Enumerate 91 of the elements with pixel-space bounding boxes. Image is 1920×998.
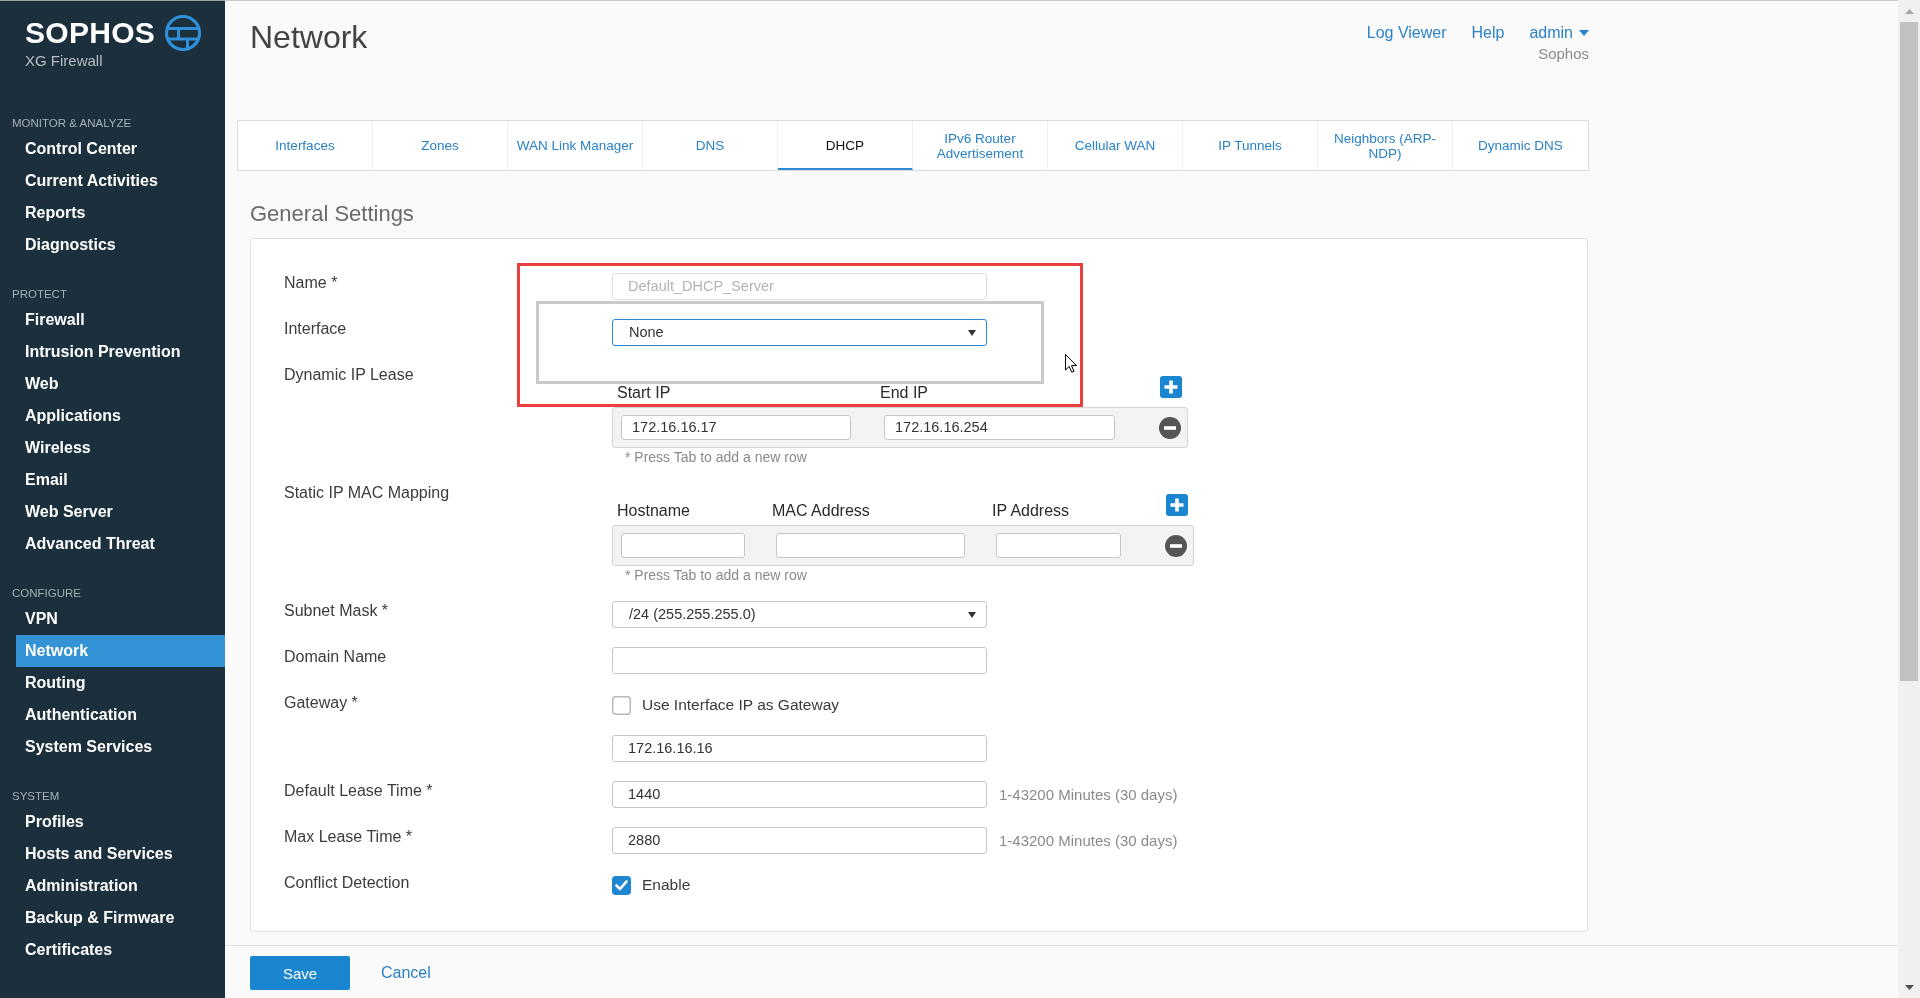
field-label: Default Lease Time *	[284, 782, 433, 799]
tab[interactable]: IPv6 Router Advertisement	[913, 121, 1048, 170]
input-field[interactable]	[621, 533, 745, 558]
tab[interactable]: DNS	[643, 121, 778, 170]
down-arrow-icon[interactable]	[1904, 984, 1914, 990]
tab[interactable]: IP Tunnels	[1183, 121, 1318, 170]
sidebar-heading: PROTECT	[12, 288, 67, 300]
caret-icon	[968, 611, 976, 618]
field-label: Max Lease Time *	[284, 828, 413, 845]
input-field[interactable]: 172.16.16.254	[884, 415, 1115, 440]
input-field[interactable]	[612, 647, 987, 674]
dropdown[interactable]: None	[612, 319, 987, 346]
minus-icon[interactable]	[1165, 534, 1187, 557]
product-name: XG Firewall	[25, 52, 103, 69]
input-field[interactable]: 172.16.16.17	[621, 415, 851, 440]
organization-name: Sophos	[1538, 45, 1589, 62]
caret-icon	[968, 329, 976, 336]
column-header: Start IP	[617, 384, 671, 401]
section-title: General Settings	[250, 201, 414, 226]
sidebar-item[interactable]: Web	[0, 368, 225, 400]
field-label: Name *	[284, 274, 338, 291]
sidebar-heading: CONFIGURE	[12, 587, 81, 599]
header-link[interactable]: Log Viewer	[1366, 23, 1447, 43]
field-label: Conflict Detection	[284, 874, 410, 891]
sidebar-item[interactable]: Diagnostics	[0, 229, 225, 261]
input-field[interactable]: 172.16.16.16	[612, 735, 987, 762]
column-header: IP Address	[992, 502, 1070, 519]
sidebar-item[interactable]: Current Activities	[0, 165, 225, 197]
field-label: Dynamic IP Lease	[284, 366, 414, 383]
column-header: MAC Address	[772, 502, 870, 519]
sidebar-item[interactable]: Intrusion Prevention	[0, 336, 225, 368]
sidebar-item[interactable]: Web Server	[0, 496, 225, 528]
sidebar-item[interactable]: Advanced Threat	[0, 528, 225, 560]
page-title: Network	[250, 19, 368, 55]
input-field[interactable]	[776, 533, 965, 558]
field-label: Subnet Mask *	[284, 602, 389, 619]
sidebar-item[interactable]: Certificates	[0, 934, 225, 966]
field-label: Domain Name	[284, 648, 387, 665]
tab[interactable]: Interfaces	[238, 121, 373, 170]
cancel-link[interactable]: Cancel	[381, 964, 431, 982]
tab[interactable]: WAN Link Manager	[508, 121, 643, 170]
sidebar-item[interactable]: Firewall	[0, 304, 225, 336]
sidebar-item[interactable]: Email	[0, 464, 225, 496]
user-menu[interactable]: admin	[1529, 23, 1589, 43]
sidebar-item[interactable]: Control Center	[0, 133, 225, 165]
plus-icon[interactable]	[1160, 376, 1182, 398]
sidebar-item[interactable]: System Services	[0, 731, 225, 763]
tab[interactable]: Dynamic DNS	[1453, 121, 1588, 170]
cursor-icon	[1065, 354, 1077, 373]
checkbox[interactable]	[612, 875, 631, 895]
sidebar-item[interactable]: Backup & Firmware	[0, 902, 225, 934]
tab[interactable]: Zones	[373, 121, 508, 170]
up-arrow-icon[interactable]	[1904, 8, 1914, 14]
hint-text: 1-43200 Minutes (30 days)	[999, 831, 1178, 850]
input-field[interactable]	[996, 533, 1121, 558]
field-label: Interface	[284, 320, 347, 337]
sidebar-heading: SYSTEM	[12, 790, 60, 802]
sidebar-item[interactable]: Administration	[0, 870, 225, 902]
sidebar-item[interactable]: Hosts and Services	[0, 838, 225, 870]
dropdown[interactable]: /24 (255.255.255.0)	[612, 601, 987, 628]
sidebar-item[interactable]: Profiles	[0, 806, 225, 838]
field-label: Gateway *	[284, 694, 358, 711]
tab[interactable]: Neighbors (ARP-NDP)	[1318, 121, 1453, 170]
sidebar-item[interactable]: Wireless	[0, 432, 225, 464]
caret-icon	[1579, 30, 1589, 36]
checkbox-label: Use Interface IP as Gateway	[642, 696, 839, 714]
save-button[interactable]: Save	[250, 956, 350, 990]
header-link[interactable]: Help	[1471, 23, 1505, 43]
sidebar-item[interactable]: Authentication	[0, 699, 225, 731]
hint-text: * Press Tab to add a new row	[625, 567, 807, 583]
input-field[interactable]: 2880	[612, 827, 987, 854]
sidebar-heading: MONITOR & ANALYZE	[12, 117, 132, 129]
sidebar-item[interactable]: VPN	[0, 603, 225, 635]
input-field[interactable]: 1440	[612, 781, 987, 808]
tab[interactable]: DHCP	[778, 121, 913, 170]
brand-name: SOPHOS	[25, 16, 156, 50]
checkbox[interactable]	[612, 695, 631, 715]
scrollbar-thumb[interactable]	[1900, 22, 1918, 681]
hint-text: * Press Tab to add a new row	[625, 449, 807, 465]
sidebar-item[interactable]: Reports	[0, 197, 225, 229]
plus-icon[interactable]	[1166, 494, 1188, 516]
hint-text: 1-43200 Minutes (30 days)	[999, 785, 1178, 804]
sidebar-item[interactable]: Routing	[0, 667, 225, 699]
globe-icon	[164, 14, 203, 52]
field-label: Static IP MAC Mapping	[284, 484, 450, 501]
sidebar-item[interactable]: Applications	[0, 400, 225, 432]
minus-icon[interactable]	[1159, 416, 1181, 439]
column-header: End IP	[880, 384, 929, 401]
checkbox-label: Enable	[642, 876, 691, 894]
column-header: Hostname	[617, 502, 690, 519]
tab[interactable]: Cellular WAN	[1048, 121, 1183, 170]
